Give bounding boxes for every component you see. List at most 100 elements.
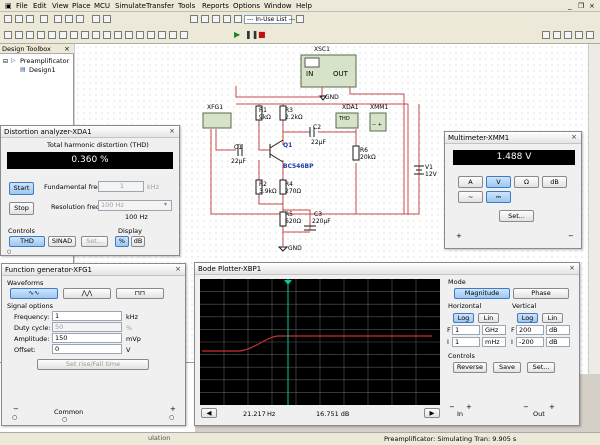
start-button[interactable]: Start xyxy=(9,182,34,195)
r6-value: 20kΩ xyxy=(360,154,376,161)
dc-mode-button[interactable]: ⎓ xyxy=(486,191,511,203)
cursor-y-value: 16.751 dB xyxy=(316,410,350,418)
c3-label: C3 xyxy=(314,211,323,218)
square-wave-button[interactable]: ⊓⊓ xyxy=(116,288,164,299)
db-meter-button[interactable]: dB xyxy=(542,176,567,188)
bode-out-label: Out xyxy=(533,410,545,418)
bode-plot-area xyxy=(200,279,440,405)
distortion-terminal-icon: ○ xyxy=(7,249,12,255)
ohmmeter-button[interactable]: Ω xyxy=(514,176,539,188)
magnitude-button[interactable]: Magnitude xyxy=(454,288,510,299)
h-initial-value[interactable]: 1 xyxy=(452,337,480,347)
h-final-value[interactable]: 1 xyxy=(452,325,480,335)
offset-field[interactable]: 0 xyxy=(52,344,122,354)
c1-label: C1 xyxy=(234,144,243,151)
cursor-left-button[interactable]: ◀ xyxy=(201,408,217,418)
amplitude-field[interactable]: 150 xyxy=(52,333,122,343)
frequency-field[interactable]: 1 xyxy=(52,311,122,321)
gnd-top-label: GND xyxy=(325,94,339,101)
h-final-unit[interactable]: GHz xyxy=(482,325,506,335)
triangle-wave-button[interactable]: ⋀⋀ xyxy=(63,288,111,299)
bode-close-icon[interactable]: × xyxy=(567,264,577,273)
bode-plotter-window: Bode Plotter-XBP1 × ◀ 21.217 Hz 16.751 d… xyxy=(194,262,580,426)
function-generator-window: Function generator-XFG1 × Waveforms ∿∿ ⋀… xyxy=(1,263,186,426)
db-display-button[interactable]: dB xyxy=(131,236,145,247)
distortion-analyzer-window: Distortion analyzer-XDA1 × Total harmoni… xyxy=(0,125,180,256)
display-label: Display xyxy=(118,227,142,235)
ammeter-button[interactable]: A xyxy=(458,176,483,188)
frequency-label: Frequency: xyxy=(14,313,50,321)
bode-in-label: In xyxy=(457,410,464,418)
amplitude-label: Amplitude: xyxy=(14,335,50,343)
v-final-unit[interactable]: dB xyxy=(546,325,570,335)
status-text: Preamplificator: Simulating Tran: 9.905 … xyxy=(384,435,517,443)
xsc-in-label: IN xyxy=(306,70,314,78)
v-lin-button[interactable]: Lin xyxy=(542,313,563,323)
arrow-left-icon: ◀ xyxy=(206,409,212,417)
thd-display: 0.360 % xyxy=(7,152,173,169)
distortion-set-button[interactable]: Set... xyxy=(81,236,108,247)
multimeter-close-icon[interactable]: × xyxy=(569,133,579,142)
multimeter-set-button[interactable]: Set... xyxy=(499,210,534,222)
wire-4 xyxy=(215,129,236,151)
r1-value: 9kΩ xyxy=(259,114,271,121)
voltmeter-button[interactable]: V xyxy=(486,176,511,188)
bode-set-button[interactable]: Set... xyxy=(527,362,555,373)
percent-button[interactable]: % xyxy=(115,236,129,247)
square-icon: ⊓⊓ xyxy=(134,289,146,297)
rise-fall-button[interactable]: Set rise/Fall time xyxy=(37,359,149,370)
thd-button[interactable]: THD xyxy=(9,236,45,247)
resolution-select[interactable]: 100 Hz xyxy=(98,200,172,211)
bode-save-button[interactable]: Save xyxy=(493,362,521,373)
h-lin-button[interactable]: Lin xyxy=(478,313,499,323)
mode-label: Mode xyxy=(448,278,466,286)
dc-icon: ⎓ xyxy=(495,193,502,201)
gen-common-label: Common xyxy=(54,408,84,416)
sinad-button[interactable]: SINAD xyxy=(48,236,76,247)
function-gen-close-icon[interactable]: × xyxy=(173,265,183,274)
fundamental-unit: kHz xyxy=(147,183,160,191)
v-log-button[interactable]: Log xyxy=(517,313,538,323)
bode-out-minus: − xyxy=(523,403,529,411)
r5-value: 620Ω xyxy=(285,218,302,225)
ac-mode-button[interactable]: ∼ xyxy=(458,191,483,203)
reverse-button[interactable]: Reverse xyxy=(453,362,487,373)
v-initial-value[interactable]: -200 xyxy=(516,337,544,347)
bode-out-plus: + xyxy=(549,403,555,411)
fundamental-field[interactable]: 1 xyxy=(98,181,144,192)
multimeter-display: 1.488 V xyxy=(453,150,575,165)
v-initial-unit[interactable]: dB xyxy=(546,337,570,347)
v1-label: V1 xyxy=(425,164,433,171)
distortion-close-icon[interactable]: × xyxy=(167,127,177,136)
r3-value: 2.2kΩ xyxy=(285,114,303,121)
function-gen-title[interactable]: Function generator-XFG1 xyxy=(2,264,185,276)
cursor-right-button[interactable]: ▶ xyxy=(424,408,440,418)
h-initial-unit[interactable]: mHz xyxy=(482,337,506,347)
r4-value: 270Ω xyxy=(285,188,302,195)
duty-cycle-field[interactable]: 50 xyxy=(52,322,122,332)
c2-label: C2 xyxy=(313,124,322,131)
offset-label: Offset: xyxy=(14,346,36,354)
gen-minus-terminal-icon: ○ xyxy=(12,414,18,421)
resolution-label: Resolution freq. xyxy=(51,203,103,211)
bode-in-plus: + xyxy=(466,403,472,411)
multimeter-plus-label: + xyxy=(456,232,462,240)
resolution-chevron-down-icon[interactable]: ▾ xyxy=(164,201,167,208)
stop-button[interactable]: Stop xyxy=(9,202,34,215)
multimeter-title[interactable]: Multimeter-XMM1 xyxy=(445,132,581,144)
xmm1-label: XMM1 xyxy=(370,104,389,111)
distortion-title[interactable]: Distortion analyzer-XDA1 xyxy=(1,126,179,138)
v-final-value[interactable]: 200 xyxy=(516,325,544,335)
phase-button[interactable]: Phase xyxy=(513,288,569,299)
h-log-button[interactable]: Log xyxy=(453,313,474,323)
gen-plus-terminal-icon: ○ xyxy=(169,414,175,421)
q1-value: BC546BP xyxy=(283,163,314,170)
status-left-fragment: ulation xyxy=(148,434,171,442)
sine-wave-button[interactable]: ∿∿ xyxy=(10,288,58,299)
r4-label: R4 xyxy=(285,181,293,188)
bode-title[interactable]: Bode Plotter-XBP1 xyxy=(195,263,579,275)
function-gen-box xyxy=(202,112,232,129)
thd-caption: Total harmonic distortion (THD) xyxy=(47,141,149,149)
cursor-x-value: 21.217 xyxy=(243,410,266,418)
r5-label: R5 xyxy=(285,211,293,218)
